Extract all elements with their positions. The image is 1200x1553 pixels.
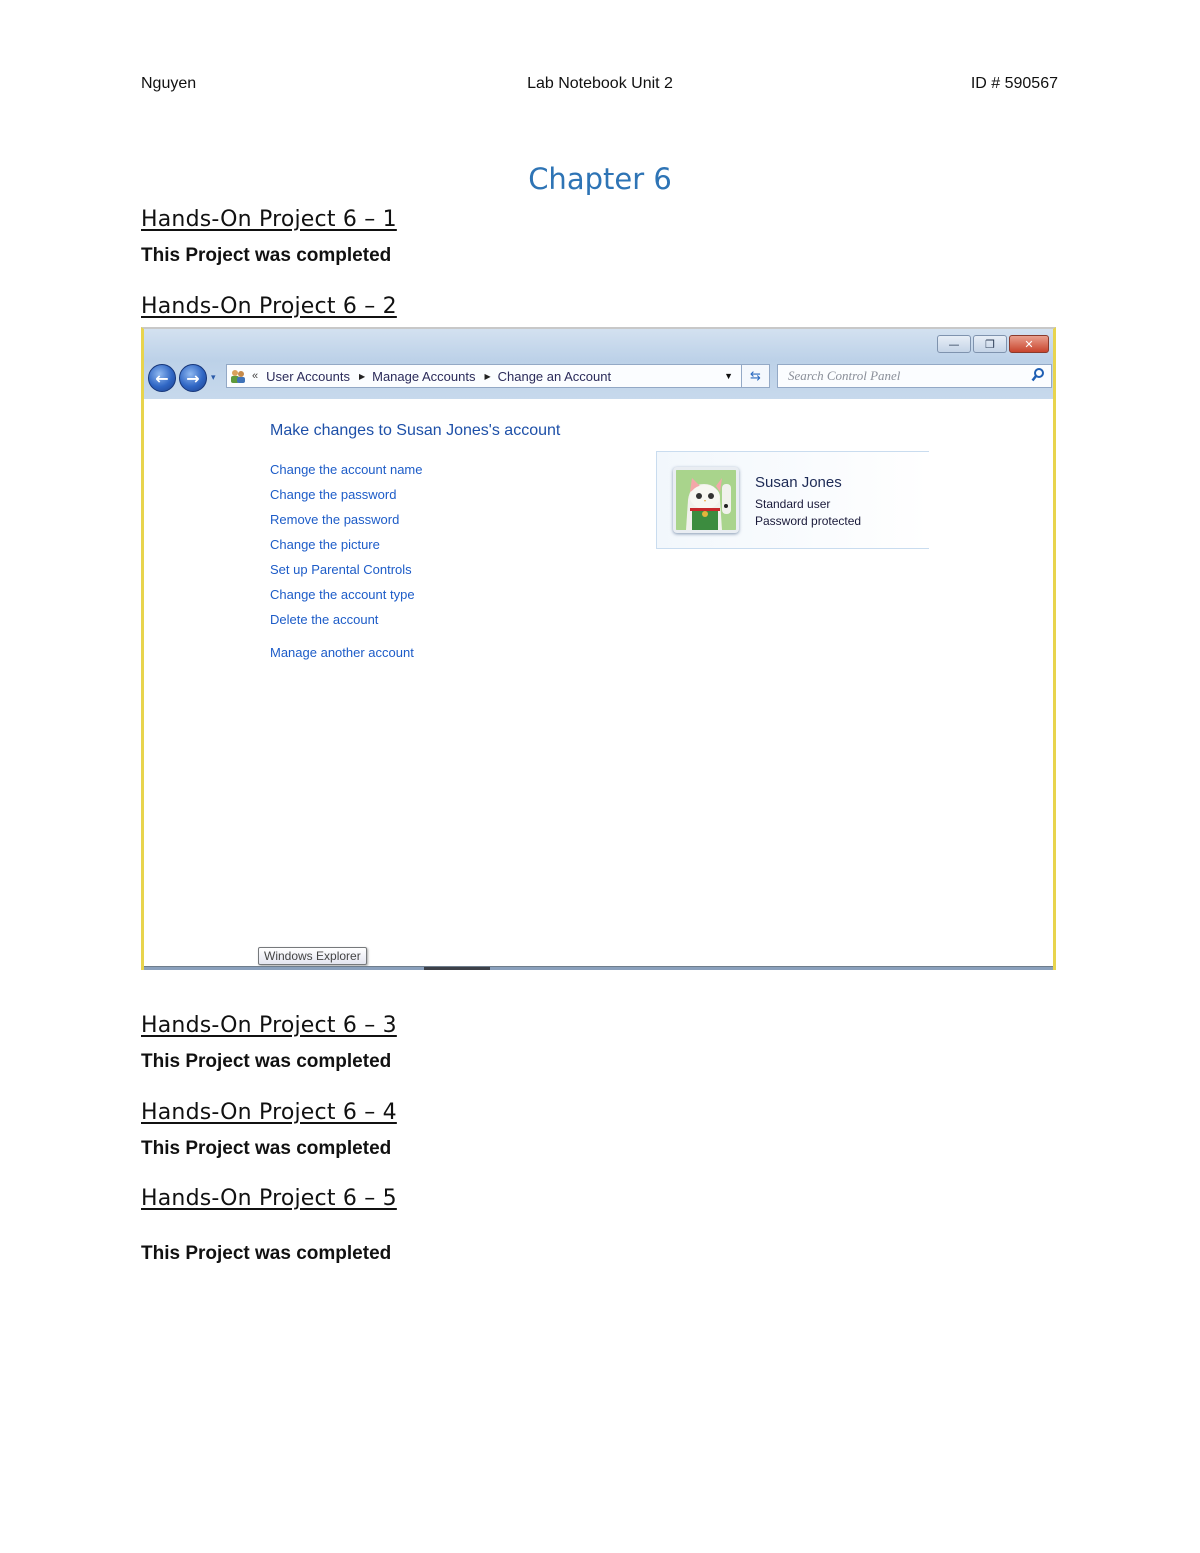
breadcrumb-user-accounts[interactable]: User Accounts bbox=[266, 369, 350, 384]
address-dropdown-icon[interactable]: ▼ bbox=[724, 371, 733, 381]
search-icon[interactable] bbox=[1031, 367, 1045, 388]
arrow-left-icon: ← bbox=[155, 368, 169, 388]
account-task-links: Change the account name Change the passw… bbox=[270, 461, 423, 669]
project-6-1-title: Hands-On Project 6 – 1 bbox=[141, 207, 397, 232]
change-picture-link[interactable]: Change the picture bbox=[270, 536, 423, 561]
change-account-name-link[interactable]: Change the account name bbox=[270, 461, 423, 486]
project-6-3-title: Hands-On Project 6 – 3 bbox=[141, 1013, 397, 1038]
user-type: Standard user bbox=[755, 497, 831, 511]
breadcrumb-change-account[interactable]: Change an Account bbox=[498, 369, 611, 384]
close-button[interactable]: ✕ bbox=[1009, 335, 1049, 353]
project-6-5-status: This Project was completed bbox=[141, 1243, 392, 1264]
control-panel-screenshot: — ❐ ✕ ← → ▾ « User Accounts ▶ Manage Acc… bbox=[141, 327, 1056, 970]
manage-another-account-link[interactable]: Manage another account bbox=[270, 644, 423, 669]
project-6-3-status: This Project was completed bbox=[141, 1051, 392, 1072]
breadcrumb-manage-accounts[interactable]: Manage Accounts bbox=[372, 369, 475, 384]
change-account-type-link[interactable]: Change the account type bbox=[270, 586, 423, 611]
taskbar-segment bbox=[424, 967, 490, 970]
remove-password-link[interactable]: Remove the password bbox=[270, 511, 423, 536]
parental-controls-link[interactable]: Set up Parental Controls bbox=[270, 561, 423, 586]
window-chrome: — ❐ ✕ ← → ▾ « User Accounts ▶ Manage Acc… bbox=[144, 329, 1053, 399]
taskbar-edge bbox=[144, 966, 1053, 970]
project-6-4-status: This Project was completed bbox=[141, 1138, 392, 1159]
chapter-title: Chapter 6 bbox=[528, 162, 672, 196]
search-placeholder: Search Control Panel bbox=[788, 368, 901, 383]
forward-button[interactable]: → bbox=[179, 364, 207, 392]
page-heading: Make changes to Susan Jones's account bbox=[270, 422, 561, 439]
back-button[interactable]: ← bbox=[148, 364, 176, 392]
caption-buttons: — ❐ ✕ bbox=[937, 335, 1049, 353]
user-name: Susan Jones bbox=[755, 474, 842, 491]
change-password-link[interactable]: Change the password bbox=[270, 486, 423, 511]
user-accounts-icon bbox=[230, 368, 248, 384]
delete-account-link[interactable]: Delete the account bbox=[270, 611, 423, 636]
project-6-2-title: Hands-On Project 6 – 2 bbox=[141, 294, 397, 319]
arrow-right-icon: → bbox=[186, 368, 200, 388]
refresh-icon: ⇆ bbox=[750, 368, 761, 384]
breadcrumb-separator-icon[interactable]: ▶ bbox=[359, 372, 365, 381]
windows-explorer-tooltip: Windows Explorer bbox=[258, 947, 367, 965]
user-password-status: Password protected bbox=[755, 514, 862, 528]
project-6-4-title: Hands-On Project 6 – 4 bbox=[141, 1100, 397, 1125]
avatar bbox=[673, 467, 739, 533]
restore-button[interactable]: ❐ bbox=[973, 335, 1007, 353]
user-account-card: Susan Jones Standard user Password prote… bbox=[656, 451, 929, 549]
breadcrumb-separator-icon[interactable]: ▶ bbox=[484, 372, 490, 381]
recent-pages-dropdown[interactable]: ▾ bbox=[211, 373, 216, 383]
minimize-button[interactable]: — bbox=[937, 335, 971, 353]
header-id: ID # 590567 bbox=[970, 75, 1058, 92]
lucky-cat-icon bbox=[676, 470, 736, 530]
search-input[interactable]: Search Control Panel bbox=[777, 364, 1052, 388]
refresh-button[interactable]: ⇆ bbox=[742, 364, 770, 388]
address-bar[interactable]: « User Accounts ▶ Manage Accounts ▶ Chan… bbox=[226, 364, 742, 388]
breadcrumb-overflow-icon[interactable]: « bbox=[252, 370, 258, 382]
project-6-1-status: This Project was completed bbox=[141, 245, 392, 266]
project-6-5-title: Hands-On Project 6 – 5 bbox=[141, 1186, 397, 1211]
